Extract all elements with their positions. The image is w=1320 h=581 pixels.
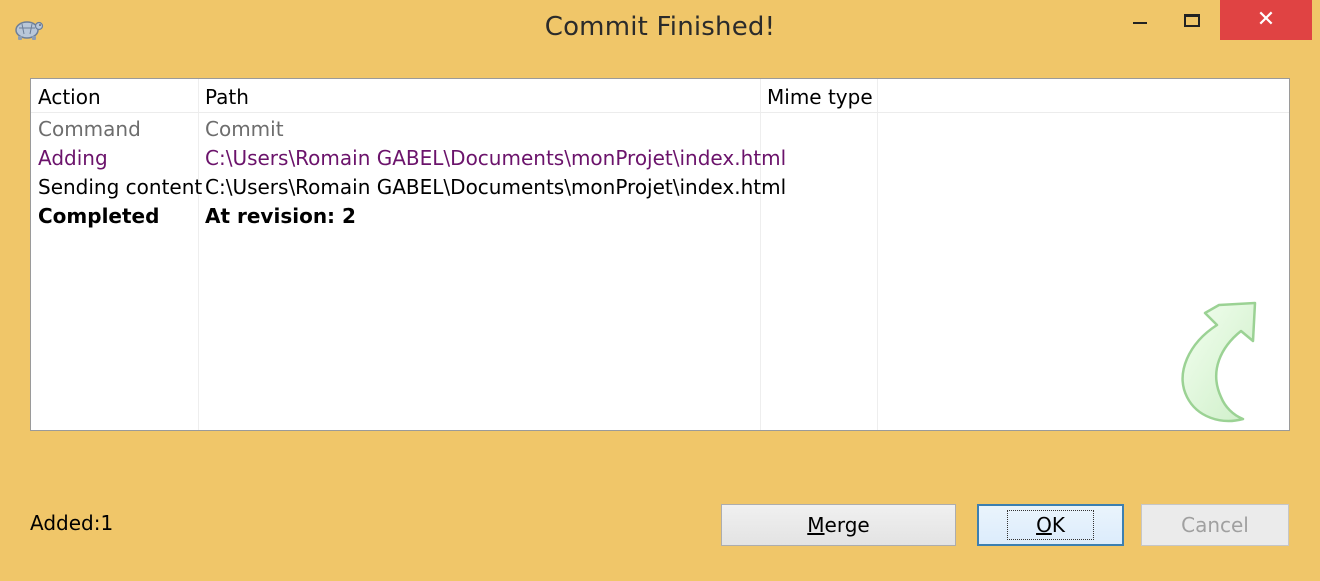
maximize-icon [1184,13,1200,27]
commit-finished-dialog: Commit Finished! ✕ Action Path Mime type… [0,0,1320,581]
ok-accelerator: O [1036,513,1052,537]
list-row[interactable]: Completed At revision: 2 [31,202,1289,231]
column-header-action[interactable]: Action [38,85,101,109]
close-icon: ✕ [1256,7,1276,32]
row-action: Completed [38,204,160,228]
row-path: Commit [205,117,284,141]
minimize-button[interactable] [1118,0,1162,40]
column-header-mime-type[interactable]: Mime type [767,85,873,109]
row-action: Command [38,117,141,141]
list-header: Action Path Mime type [31,79,1289,113]
column-header-path[interactable]: Path [205,85,249,109]
list-row[interactable]: Adding C:\Users\Romain GABEL\Documents\m… [31,144,1289,173]
commit-results-list[interactable]: Action Path Mime type Command Commit Add… [30,78,1290,431]
status-text: Added:1 [30,511,114,535]
green-curved-arrow-icon [1181,301,1257,423]
cancel-button[interactable]: Cancel [1141,504,1289,546]
row-path: C:\Users\Romain GABEL\Documents\monProje… [205,175,787,199]
close-button[interactable]: ✕ [1220,0,1312,40]
ok-button[interactable]: OK [977,504,1124,546]
minimize-icon [1133,22,1147,24]
merge-button[interactable]: Merge [721,504,956,546]
maximize-button[interactable] [1170,0,1214,40]
row-path: C:\Users\Romain GABEL\Documents\monProje… [205,146,787,170]
ok-focus-rect: OK [1007,510,1094,540]
row-action: Sending content [38,175,203,199]
merge-accelerator: M [807,513,825,537]
title-bar[interactable]: Commit Finished! ✕ [0,0,1320,58]
list-row[interactable]: Sending content C:\Users\Romain GABEL\Do… [31,173,1289,202]
row-action: Adding [38,146,108,170]
list-row[interactable]: Command Commit [31,115,1289,144]
row-path: At revision: 2 [205,204,356,228]
